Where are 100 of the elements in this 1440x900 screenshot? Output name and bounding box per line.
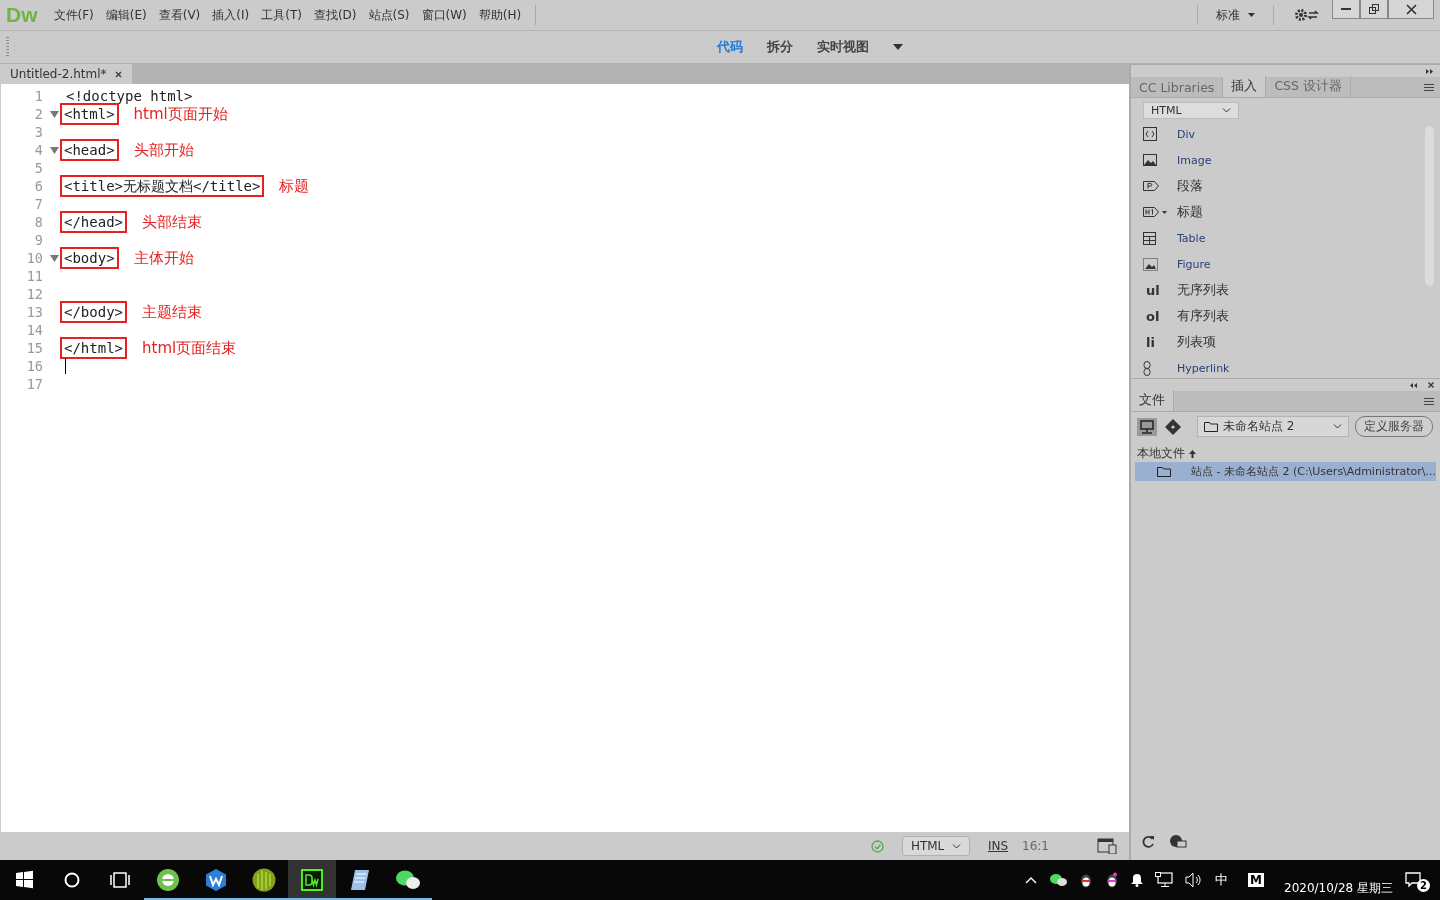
insert-item[interactable]: Image — [1142, 147, 1414, 173]
dropdown-icon[interactable] — [892, 44, 903, 50]
view-mode-tab[interactable]: 实时视图 — [816, 38, 869, 56]
panel-tab[interactable]: 文件 — [1130, 390, 1174, 411]
menu-item[interactable]: 窗口(W) — [415, 6, 473, 24]
menu-item[interactable]: 插入(I) — [206, 6, 256, 24]
code-text: <title>无标题文档</title> — [60, 175, 265, 197]
menu-item[interactable]: 工具(T) — [255, 6, 308, 24]
panel-tab[interactable]: 插入 — [1223, 76, 1267, 97]
view-mode-tab[interactable]: 拆分 — [766, 38, 793, 56]
line-number: 9 — [33, 232, 43, 248]
close-button[interactable] — [1388, 0, 1434, 19]
line-number: 12 — [25, 286, 43, 302]
fold-icon[interactable] — [49, 254, 59, 262]
hexagon-w-icon — [204, 868, 228, 892]
menu-item[interactable]: 查找(D) — [307, 6, 363, 24]
penguin-icon[interactable] — [1079, 872, 1094, 888]
insert-item[interactable]: 段落 — [1142, 173, 1414, 199]
code-text: </head> — [60, 211, 127, 233]
speaker-icon[interactable] — [1185, 872, 1204, 888]
folder-icon — [1203, 421, 1218, 432]
expand-icon[interactable] — [1410, 382, 1418, 388]
dw-app-icon — [301, 869, 323, 891]
insert-item[interactable]: ul 无序列表 — [1142, 277, 1414, 303]
insert-item[interactable]: li 列表项 — [1142, 329, 1414, 355]
collapse-icon[interactable] — [1426, 68, 1434, 74]
insert-item[interactable]: Hyperlink — [1142, 355, 1414, 378]
menu-item[interactable]: 文件(F) — [47, 6, 100, 24]
panel-menu-icon[interactable] — [1424, 84, 1434, 91]
table-icon — [1142, 231, 1156, 245]
category-select[interactable]: HTML — [1142, 102, 1239, 119]
document-type-select[interactable]: HTML — [901, 836, 970, 856]
restore-button[interactable] — [1360, 0, 1388, 19]
insert-item[interactable]: ol 有序列表 — [1142, 303, 1414, 329]
menu-item[interactable]: 查看(V) — [152, 6, 207, 24]
insert-mode[interactable]: INS — [987, 839, 1008, 853]
notepad-icon — [348, 868, 372, 892]
line-number: 11 — [25, 268, 43, 284]
cursor-position: 16:1 — [1022, 839, 1049, 853]
line-number: 15 — [25, 340, 43, 356]
code-text: <!doctype html> — [65, 88, 194, 104]
notification-badge: 2 — [1417, 878, 1430, 892]
chat-bubbles-icon — [395, 869, 421, 891]
figure-icon — [1142, 257, 1158, 271]
div-icon — [1142, 127, 1157, 141]
computer-icon[interactable] — [1136, 417, 1157, 436]
striped-ball-icon — [252, 868, 276, 892]
fold-icon[interactable] — [49, 110, 59, 118]
define-server-button[interactable]: 定义服务器 — [1354, 416, 1433, 437]
list-tag-glyph: ol — [1144, 308, 1160, 324]
globe-chat-icon[interactable] — [1168, 834, 1187, 850]
workspace-switcher[interactable]: 标准 — [1206, 6, 1265, 24]
network-icon[interactable] — [1155, 872, 1174, 888]
list-tag-glyph: li — [1144, 334, 1155, 350]
fold-icon[interactable] — [49, 146, 59, 154]
line-number: 7 — [33, 196, 43, 212]
taskbar-app[interactable] — [288, 860, 336, 900]
restore-icon — [1369, 4, 1379, 14]
settings-icon[interactable] — [1294, 7, 1320, 23]
menu-item[interactable]: 帮助(H) — [472, 6, 528, 24]
chevron-down-icon — [1332, 424, 1342, 429]
git-icon[interactable] — [1164, 418, 1181, 435]
bell-icon[interactable] — [1131, 873, 1144, 887]
annotation: 主体开始 — [133, 249, 194, 267]
date-text[interactable]: 2020/10/28 星期三 — [1284, 863, 1393, 897]
document-tab[interactable]: Untitled-2.html* — [0, 64, 132, 84]
line-number: 13 — [25, 304, 43, 320]
chat-bubbles-icon[interactable] — [1049, 873, 1068, 887]
line-number: 10 — [25, 250, 43, 266]
panel-menu-icon[interactable] — [1424, 398, 1434, 405]
code-editor[interactable]: 1 <!doctype html> 2 <html> html页面开始 3 4 <head> 头部开始 5 6 <title>无标题文档</title> 标题 7 8 </head> 头部结束 9 10 <body> 主体开始 11 12 13 </body> 主题结束 14 15 </html> html页面结束 16 17 — [0, 84, 1129, 832]
chevron-up-icon[interactable] — [1025, 876, 1038, 884]
close-tab-icon[interactable] — [114, 70, 122, 78]
heading-tag-icon — [1142, 207, 1169, 217]
line-number: 8 — [33, 214, 43, 230]
line-number: 4 — [33, 142, 43, 158]
insert-item[interactable]: Div — [1142, 121, 1414, 147]
input-method[interactable]: 中 — [1215, 871, 1229, 889]
penguin-icon[interactable] — [1105, 872, 1120, 888]
toolbar-grip — [6, 37, 9, 57]
menu-item[interactable]: 编辑(E) — [99, 6, 153, 24]
close-panel-icon[interactable] — [1428, 382, 1434, 388]
input-mode[interactable]: M — [1248, 873, 1264, 887]
message-icon[interactable] — [1405, 872, 1421, 888]
menu-item[interactable]: 站点(S) — [362, 6, 416, 24]
site-select[interactable]: 未命名站点 2 — [1196, 416, 1349, 437]
app-logo: Dw — [6, 3, 38, 27]
site-row[interactable]: 站点 - 未命名站点 2 (C:\Users\Administrator\... — [1134, 462, 1436, 481]
chain-link-icon — [1142, 360, 1151, 376]
refresh-icon[interactable] — [1140, 835, 1155, 849]
image-icon — [1142, 154, 1157, 166]
insert-item[interactable]: Table — [1142, 225, 1414, 251]
insert-item[interactable]: 标题 — [1142, 199, 1414, 225]
device-preview-icon[interactable] — [1096, 838, 1117, 854]
minimize-button[interactable] — [1332, 0, 1360, 19]
insert-item[interactable]: Figure — [1142, 251, 1414, 277]
up-arrow-icon[interactable] — [1188, 449, 1196, 458]
line-number: 6 — [33, 178, 43, 194]
line-number: 3 — [33, 124, 43, 140]
annotation: html页面结束 — [142, 339, 237, 357]
